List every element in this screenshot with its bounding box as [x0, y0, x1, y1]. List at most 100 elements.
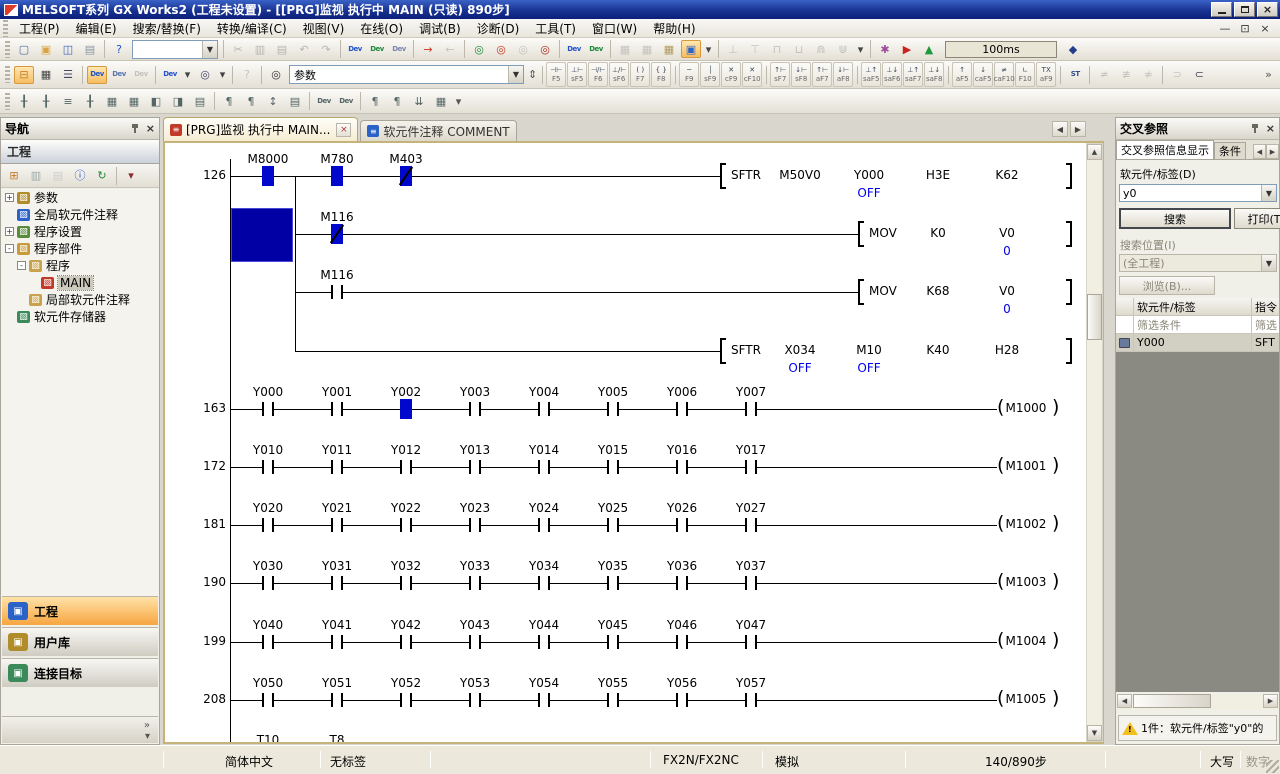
edge-relay2-icon[interactable]: ≇	[1116, 66, 1136, 84]
ladder-block-delete-icon[interactable]: ▦	[124, 92, 144, 110]
close-button[interactable]: ×	[1257, 2, 1278, 17]
coil-label[interactable]: M1005	[994, 692, 1058, 706]
menu-搜索/替换F[interactable]: 搜索/替换(F)	[125, 18, 209, 39]
edit-cursor[interactable]	[231, 208, 293, 262]
device-find-icon[interactable]: Dev	[345, 40, 365, 58]
navigation-window-icon[interactable]: ⊟	[14, 66, 34, 84]
search-button[interactable]: 搜索	[1119, 208, 1231, 229]
edge-relay-icon[interactable]: ≄	[1094, 66, 1114, 84]
ladder-editor[interactable]: 126M8000M780M403SFTRM50V0Y000OFFH3EK62M1…	[166, 143, 1086, 742]
ladder-delete-row-icon[interactable]: ╂	[36, 92, 56, 110]
list-display-icon[interactable]: ▦	[431, 92, 451, 110]
watch-register-icon[interactable]: ⊓	[767, 40, 787, 58]
ladder-delete-line-icon[interactable]: ╂	[80, 92, 100, 110]
tree-item-参数[interactable]: +▧参数	[1, 189, 159, 206]
child-minimize-button[interactable]: —	[1218, 22, 1232, 35]
simulation-start-icon[interactable]: ▶	[897, 40, 917, 58]
tab-condition[interactable]: 条件	[1214, 142, 1246, 159]
tree-item-软元件存储器[interactable]: ▧软元件存储器	[1, 308, 159, 325]
new-project-icon[interactable]: ▢	[14, 40, 34, 58]
xref-tab-left-icon[interactable]: ◀	[1253, 144, 1266, 159]
save-project-icon[interactable]: ◫	[58, 40, 78, 58]
coil-label[interactable]: M1004	[994, 634, 1058, 648]
jump-back-icon[interactable]: ←	[440, 40, 460, 58]
nav-new-data-icon[interactable]: ⊞	[4, 167, 24, 185]
edge-relay3-icon[interactable]: ≉	[1138, 66, 1158, 84]
ladder-block-insert-icon[interactable]: ▦	[102, 92, 122, 110]
ladder-symbol-sF7-button[interactable]: ↑⊢sF7	[770, 62, 790, 87]
watch-delete-icon[interactable]: ⊔	[789, 40, 809, 58]
chevron-right-icon[interactable]: »	[144, 721, 150, 731]
monitor-mode-icon[interactable]: ▣	[681, 40, 701, 58]
ladder-symbol-F10-button[interactable]: ∟F10	[1015, 62, 1035, 87]
menu-诊断D[interactable]: 诊断(D)	[469, 18, 528, 39]
ladder-column-insert-icon[interactable]: ◧	[146, 92, 166, 110]
context-help-icon[interactable]: ?	[237, 66, 257, 84]
ladder-symbol-saF6-button[interactable]: ⊥↓saF6	[882, 62, 902, 87]
coil-label[interactable]: M1003	[994, 575, 1058, 589]
child-close-button[interactable]: ×	[1258, 22, 1272, 35]
ladder-symbol-cF9-button[interactable]: ✕cF9	[721, 62, 741, 87]
menu-视图V[interactable]: 视图(V)	[295, 18, 353, 39]
sampling-trace-icon[interactable]: ◆	[1063, 40, 1083, 58]
menu-工程P[interactable]: 工程(P)	[11, 18, 68, 39]
ladder-symbol-saF8-button[interactable]: ⊥↓saF8	[924, 62, 944, 87]
module-configuration-icon[interactable]: ▦	[36, 66, 56, 84]
nav-sort-icon[interactable]: ▾	[121, 167, 141, 185]
filter-instruction[interactable]: 筛选	[1252, 316, 1280, 333]
scroll-left-icon[interactable]: ◀	[1117, 694, 1132, 708]
xref-horizontal-scrollbar[interactable]: ◀ ▶	[1116, 694, 1279, 710]
program-list-icon[interactable]: ☰	[58, 66, 78, 84]
print-button[interactable]: 打印(T	[1234, 208, 1280, 229]
tree-item-程序[interactable]: -▧程序	[1, 257, 159, 274]
toolbar-updown-icon[interactable]: ⇕	[527, 66, 538, 84]
ladder-symbol-cF10-button[interactable]: ✕cF10	[742, 62, 762, 87]
pointer-merge-icon[interactable]: ⊂	[1189, 66, 1209, 84]
device-search-dropdown-icon[interactable]: ▾	[217, 66, 228, 84]
menu-帮助H[interactable]: 帮助(H)	[645, 18, 703, 39]
ladder-symbol-saF5-button[interactable]: ⊥↑saF5	[861, 62, 881, 87]
open-project-icon[interactable]: ▣	[36, 40, 56, 58]
data-selector-combo[interactable]: 参数▼	[289, 65, 524, 84]
result-device[interactable]: Y000	[1134, 334, 1252, 351]
ladder-symbol-F7-button[interactable]: ( )F7	[630, 62, 650, 87]
ladder-symbol-F5-button[interactable]: ⊣⊢F5	[546, 62, 566, 87]
device-memory-icon[interactable]: Dev	[109, 66, 129, 84]
watch-stop-icon[interactable]: ⊤	[745, 40, 765, 58]
device-statement-edit-icon[interactable]: Dev	[336, 92, 356, 110]
auto-hide-pin-icon[interactable]	[131, 123, 141, 134]
view-button-用户库[interactable]: ▣用户库	[2, 627, 158, 656]
device-batch-replace-icon[interactable]: Dev	[389, 40, 409, 58]
watch-off-icon[interactable]: ⋓	[833, 40, 853, 58]
tab-cross-reference-info[interactable]: 交叉参照信息显示	[1116, 140, 1214, 159]
monitor-dropdown-icon[interactable]: ▾	[703, 40, 714, 58]
expand-icon[interactable]: +	[5, 193, 14, 202]
scroll-down-icon[interactable]: ▼	[1087, 725, 1102, 741]
menu-窗口W[interactable]: 窗口(W)	[584, 18, 645, 39]
ladder-symbol-aF7-button[interactable]: ↑⊢aF7	[812, 62, 832, 87]
redo-icon[interactable]: ↷	[316, 40, 336, 58]
expand-icon[interactable]: +	[5, 227, 14, 236]
nav-paste-icon[interactable]: ▤	[48, 167, 68, 185]
menubar-grip[interactable]	[3, 20, 8, 37]
collapse-icon[interactable]: -	[17, 261, 26, 270]
quick-access-combo[interactable]: ▼	[132, 40, 218, 59]
nav-property-icon[interactable]: ⓘ	[70, 167, 90, 185]
statement-display-icon[interactable]: ¶	[387, 92, 407, 110]
copy-icon[interactable]: ▥	[250, 40, 270, 58]
menu-转换/编译C[interactable]: 转换/编译(C)	[209, 18, 295, 39]
device-combo[interactable]: y0 ▼	[1119, 184, 1277, 202]
device-search-icon[interactable]: ◎	[195, 66, 215, 84]
toolbar-grip[interactable]	[5, 66, 10, 83]
column-header-device[interactable]: 软元件/标签	[1134, 298, 1252, 315]
tree-item-全局软元件注释[interactable]: ▧全局软元件注释	[1, 206, 159, 223]
toolbar-grip[interactable]	[5, 41, 10, 58]
replace-prev-icon[interactable]: ◎	[535, 40, 555, 58]
watch-on-icon[interactable]: ⋒	[811, 40, 831, 58]
comment-edit-icon[interactable]: ¶	[219, 92, 239, 110]
device-display-mode-icon[interactable]: Dev	[160, 66, 180, 84]
menu-在线O[interactable]: 在线(O)	[352, 18, 411, 39]
view-button-工程[interactable]: ▣工程	[2, 596, 158, 625]
ladder-insert-line-icon[interactable]: ≡	[58, 92, 78, 110]
scroll-up-icon[interactable]: ▲	[1087, 144, 1102, 160]
